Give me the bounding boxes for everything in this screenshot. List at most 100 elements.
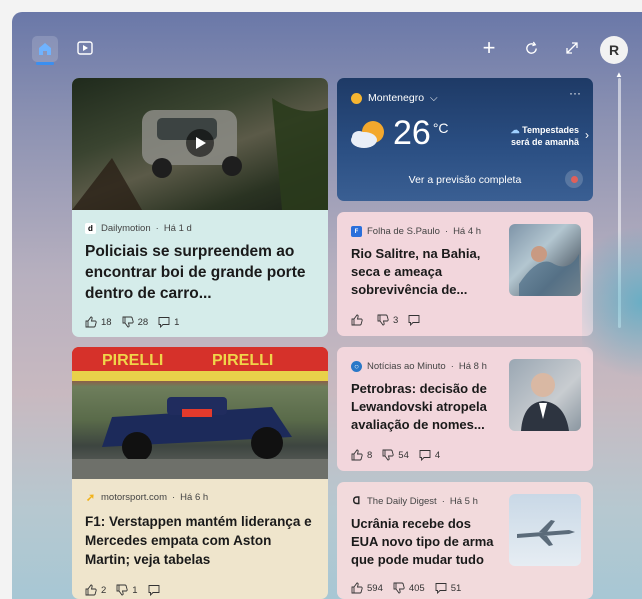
- temperature-unit: °C: [432, 120, 449, 136]
- home-icon[interactable]: [32, 36, 58, 62]
- reactions: 594 405 51: [351, 582, 461, 594]
- source-name: Dailymotion: [101, 223, 151, 234]
- card-meta: ᗡ The Daily Digest · Há 5 h: [351, 496, 478, 507]
- separator: ·: [444, 226, 449, 237]
- time: Há 1 d: [163, 223, 192, 234]
- comment-icon[interactable]: [435, 582, 447, 594]
- news-card-daily-digest[interactable]: ᗡ The Daily Digest · Há 5 h Ucrânia rece…: [337, 482, 593, 599]
- news-thumbnail: [509, 224, 581, 296]
- video-icon[interactable]: [74, 37, 96, 59]
- news-thumbnail: [509, 359, 581, 431]
- dislikes-count: 28: [137, 316, 149, 328]
- refresh-icon[interactable]: [520, 37, 542, 59]
- reactions: 2 1: [85, 584, 164, 596]
- separator: ·: [441, 496, 445, 507]
- expand-icon[interactable]: [561, 37, 583, 59]
- news-image: PIRELLI PIRELLI: [72, 347, 328, 479]
- thumbs-down-icon[interactable]: [122, 316, 134, 328]
- avatar[interactable]: R: [600, 36, 628, 64]
- thumbs-up-icon[interactable]: [85, 316, 97, 328]
- svg-text:PIRELLI: PIRELLI: [102, 352, 163, 369]
- chevron-right-icon[interactable]: ›: [585, 128, 589, 142]
- thumbs-down-icon[interactable]: [116, 584, 128, 596]
- noticias-logo-icon: ○: [351, 361, 362, 372]
- play-icon[interactable]: [186, 129, 214, 157]
- likes-count: 8: [367, 449, 373, 461]
- thumbs-up-icon[interactable]: [351, 582, 363, 594]
- dislikes-count: 405: [408, 582, 425, 594]
- time: Há 8 h: [458, 361, 487, 372]
- source-name: Folha de S.Paulo: [367, 226, 440, 237]
- time: Há 4 h: [453, 226, 482, 237]
- storm-icon: ☁: [510, 125, 520, 135]
- comments-count: 4: [434, 449, 441, 461]
- news-card-motorsport[interactable]: PIRELLI PIRELLI ➚ motorsport.com · Há 6 …: [72, 347, 328, 599]
- radar-icon[interactable]: [565, 170, 583, 188]
- location-name: Montenegro: [368, 92, 425, 104]
- source-name: The Daily Digest: [367, 496, 437, 507]
- thumbs-down-icon[interactable]: [393, 582, 405, 594]
- alert-subtitle: será de amanhã: [510, 137, 579, 148]
- weather-location[interactable]: Montenegro ⌵: [351, 92, 438, 104]
- forecast-link[interactable]: Ver a previsão completa: [337, 174, 593, 186]
- card-meta: F Folha de S.Paulo · Há 4 h: [351, 226, 481, 237]
- card-meta: d Dailymotion · Há 1 d: [85, 223, 192, 234]
- headline[interactable]: Policiais se surpreendem ao encontrar bo…: [85, 242, 317, 305]
- more-options-icon[interactable]: ···: [569, 86, 581, 100]
- motorsport-logo-icon: ➚: [85, 492, 96, 504]
- comments-count: 51: [450, 582, 462, 594]
- thumbs-up-icon[interactable]: [351, 449, 363, 461]
- dislikes-count: 54: [398, 449, 409, 461]
- time: Há 5 h: [449, 496, 478, 507]
- dislikes-count: 3: [393, 314, 399, 326]
- reactions: 18 28 1: [85, 316, 179, 328]
- temperature: 26 °C: [393, 116, 449, 150]
- home-tab-indicator: [36, 62, 54, 65]
- comment-icon[interactable]: [408, 314, 420, 326]
- likes-count: 18: [101, 316, 112, 328]
- thumbs-up-icon[interactable]: [85, 584, 97, 596]
- comments-count: 1: [174, 316, 180, 328]
- headline[interactable]: Ucrânia recebe dos EUA novo tipo de arma…: [351, 515, 501, 569]
- comment-icon[interactable]: [158, 316, 170, 328]
- headline[interactable]: F1: Verstappen mantém liderança e Merced…: [85, 512, 317, 569]
- source-name: motorsport.com: [101, 492, 167, 503]
- weather-card[interactable]: Montenegro ⌵ ··· 26 °C ☁ Tempestades ser…: [337, 78, 593, 201]
- daily-digest-logo-icon: ᗡ: [352, 496, 361, 507]
- svg-text:PIRELLI: PIRELLI: [212, 352, 273, 369]
- reactions: 3: [351, 314, 424, 326]
- weather-alert[interactable]: ☁ Tempestades será de amanhã: [511, 124, 579, 148]
- card-meta: ➚ motorsport.com · Há 6 h: [85, 492, 209, 504]
- comment-icon[interactable]: [148, 584, 160, 596]
- comment-icon[interactable]: [419, 449, 431, 461]
- news-card-dailymotion[interactable]: d Dailymotion · Há 1 d Policiais se surp…: [72, 78, 328, 337]
- dailymotion-logo-icon: d: [85, 223, 96, 234]
- sun-icon: [351, 92, 362, 104]
- news-card-folha[interactable]: F Folha de S.Paulo · Há 4 h Rio Salitre,…: [337, 212, 593, 336]
- headline[interactable]: Petrobras: decisão de Lewandovski atrope…: [351, 380, 501, 434]
- temperature-value: 26: [393, 114, 431, 152]
- reactions: 8 54 4: [351, 449, 440, 461]
- news-image: [72, 78, 328, 210]
- thumbs-down-icon[interactable]: [382, 449, 394, 461]
- separator: ·: [155, 223, 159, 234]
- widgets-panel: + R ▲ d Dailymotion · Há 1 d Policiais s…: [12, 12, 642, 599]
- news-thumbnail: [509, 494, 581, 566]
- separator: ·: [450, 361, 454, 372]
- thumbs-down-icon[interactable]: [377, 314, 389, 326]
- scrollbar[interactable]: [618, 78, 621, 328]
- card-meta: ○ Notícias ao Minuto · Há 8 h: [351, 361, 487, 372]
- chevron-down-icon: ⌵: [430, 92, 438, 104]
- headline[interactable]: Rio Salitre, na Bahia, seca e ameaça sob…: [351, 245, 501, 299]
- plus-icon[interactable]: +: [478, 35, 500, 60]
- alert-title: Tempestades: [522, 125, 579, 135]
- source-name: Notícias ao Minuto: [367, 361, 446, 372]
- separator: ·: [172, 492, 176, 503]
- likes-count: 2: [101, 584, 107, 596]
- thumbs-up-icon[interactable]: [351, 314, 363, 326]
- folha-logo-icon: F: [351, 226, 362, 237]
- news-card-noticias[interactable]: ○ Notícias ao Minuto · Há 8 h Petrobras:…: [337, 347, 593, 471]
- time: Há 6 h: [180, 492, 209, 503]
- dislikes-count: 1: [132, 584, 138, 596]
- top-bar: + R: [12, 12, 642, 72]
